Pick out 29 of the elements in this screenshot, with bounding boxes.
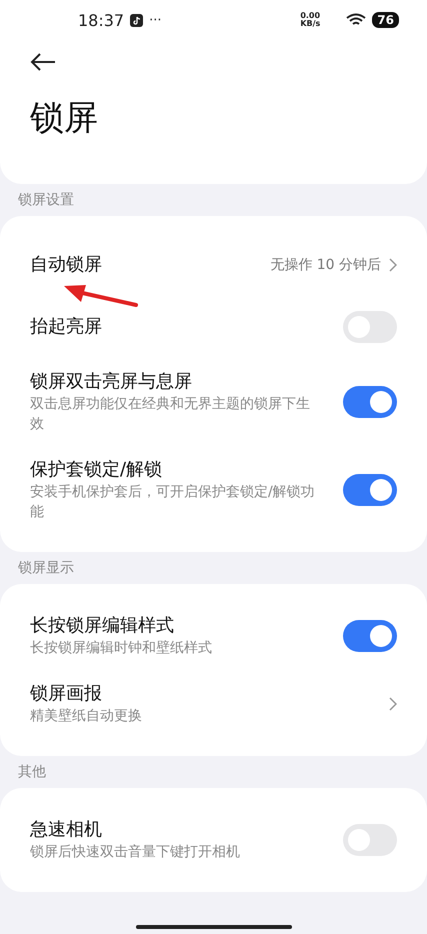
setting-title[interactable]: 自动锁屏 <box>30 253 270 277</box>
setting-title[interactable]: 锁屏双击亮屏与息屏 <box>30 370 343 394</box>
section-label: 锁屏设置 <box>17 191 75 210</box>
setting-title[interactable]: 锁屏画报 <box>30 682 389 706</box>
more-notifications-indicator: ··· <box>149 12 162 28</box>
section-label: 其他 <box>17 763 47 782</box>
app-notification-icon <box>130 14 144 26</box>
setting-title[interactable]: 急速相机 <box>30 818 343 842</box>
toggle-switch[interactable] <box>343 620 397 652</box>
wifi-icon <box>346 13 366 27</box>
setting-value: 无操作 10 分钟后 <box>270 256 381 274</box>
setting-title[interactable]: 保护套锁定/解锁 <box>30 458 343 482</box>
back-arrow-icon[interactable] <box>30 52 56 72</box>
setting-description: 精美壁纸自动更换 <box>30 707 143 726</box>
setting-title[interactable]: 抬起亮屏 <box>30 315 343 339</box>
setting-title[interactable]: 长按锁屏编辑样式 <box>30 614 343 638</box>
page-title: 锁屏 <box>30 97 99 140</box>
status-time: 18:37 <box>78 10 124 30</box>
setting-description: 双击息屏功能仅在经典和无界主题的锁屏下生效 <box>30 395 311 434</box>
battery-level: 76 <box>372 12 399 28</box>
setting-description: 安装手机保护套后，可开启保护套锁定/解锁功能 <box>30 483 316 522</box>
chevron-right-icon <box>389 697 397 711</box>
setting-description: 长按锁屏编辑时钟和壁纸样式 <box>30 639 213 658</box>
section-label: 锁屏显示 <box>17 559 75 578</box>
toggle-switch[interactable] <box>343 386 397 418</box>
toggle-switch[interactable] <box>343 474 397 506</box>
setting-description: 锁屏后快速双击音量下键打开相机 <box>30 843 241 862</box>
chevron-right-icon <box>389 258 397 272</box>
network-speed: 0.00 KB/s <box>300 12 320 28</box>
